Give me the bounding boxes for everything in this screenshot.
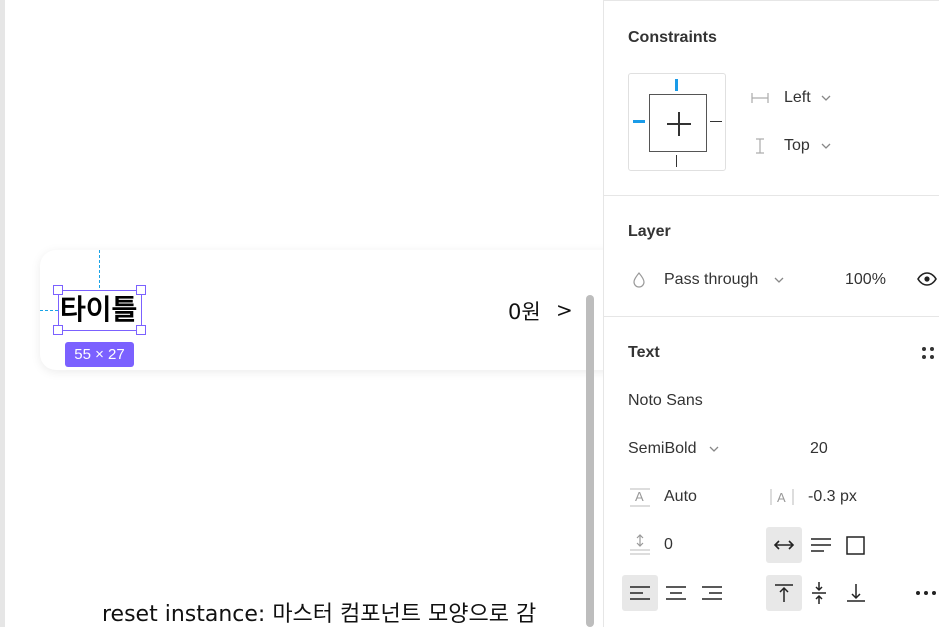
svg-text:A: A	[777, 490, 786, 505]
resize-handle-top-right[interactable]	[136, 285, 146, 295]
align-right-icon[interactable]	[700, 583, 724, 603]
constraints-section-title: Constraints	[628, 29, 717, 46]
align-center-icon[interactable]	[664, 583, 688, 603]
resize-handle-bottom-right[interactable]	[136, 325, 146, 335]
paragraph-spacing-input[interactable]: 0	[664, 536, 673, 554]
letter-spacing-icon: A	[770, 489, 794, 505]
constraint-left-bar[interactable]	[633, 120, 645, 123]
styles-grid-icon[interactable]	[920, 345, 936, 361]
chevron-down-icon[interactable]	[773, 275, 785, 285]
card-price: 0원	[508, 300, 541, 324]
align-top-icon[interactable]	[772, 582, 796, 604]
layer-section-title: Layer	[628, 223, 671, 240]
divider	[604, 195, 939, 196]
fixed-size-icon[interactable]	[845, 535, 867, 555]
align-bottom-icon[interactable]	[844, 582, 868, 604]
constraint-right-bar[interactable]	[710, 121, 722, 122]
chevron-right-icon: >	[556, 298, 573, 322]
spacing-guide-horizontal	[40, 310, 58, 311]
caption-subtitle: reset instance: 마스터 컴포넌트 모양으로 감	[102, 602, 537, 627]
constraint-top-bar[interactable]	[675, 79, 678, 91]
size-badge: 55 × 27	[65, 342, 134, 367]
divider	[604, 0, 939, 1]
font-size-input[interactable]: 20	[810, 440, 828, 458]
spacing-guide-vertical	[99, 250, 100, 288]
font-family-select[interactable]: Noto Sans	[628, 392, 703, 410]
constraint-inner-square	[649, 94, 707, 152]
vertical-constraint-icon	[756, 138, 764, 154]
auto-height-icon[interactable]	[809, 535, 833, 555]
opacity-input[interactable]: 100%	[845, 271, 886, 289]
chevron-down-icon[interactable]	[820, 141, 832, 151]
paragraph-spacing-icon	[630, 534, 650, 555]
line-height-input[interactable]: Auto	[664, 488, 697, 506]
divider	[604, 316, 939, 317]
canvas-scrollbar[interactable]	[586, 295, 594, 627]
center-v-line[interactable]	[678, 112, 680, 136]
letter-spacing-input[interactable]: -0.3 px	[808, 488, 857, 506]
chevron-down-icon[interactable]	[820, 93, 832, 103]
blend-mode-select[interactable]: Pass through	[664, 271, 758, 289]
properties-panel: Constraints Left Top Layer Pass through …	[603, 0, 939, 627]
line-height-icon: A	[630, 488, 650, 507]
blend-mode-droplet-icon	[633, 272, 645, 288]
selection-box[interactable]	[58, 290, 142, 331]
align-left-icon[interactable]	[628, 583, 652, 603]
resize-handle-bottom-left[interactable]	[53, 325, 63, 335]
design-canvas[interactable]: 타이틀 55 × 27 0원 > reset instance: 마스터 컴포넌…	[0, 0, 603, 627]
more-options-icon[interactable]	[914, 588, 938, 598]
constraint-bottom-bar[interactable]	[676, 155, 677, 167]
chevron-down-icon[interactable]	[708, 444, 720, 454]
eye-icon[interactable]	[916, 271, 938, 287]
align-middle-icon[interactable]	[809, 580, 829, 606]
horizontal-constraint-select[interactable]: Left	[784, 89, 811, 107]
horizontal-constraint-icon	[751, 93, 769, 103]
font-weight-select[interactable]: SemiBold	[628, 440, 696, 458]
canvas-left-edge	[0, 0, 5, 627]
constraint-widget[interactable]	[628, 73, 726, 171]
svg-text:A: A	[635, 489, 644, 504]
vertical-constraint-select[interactable]: Top	[784, 137, 810, 155]
resize-handle-top-left[interactable]	[53, 285, 63, 295]
text-section-title: Text	[628, 344, 660, 361]
auto-width-icon[interactable]	[772, 535, 796, 555]
